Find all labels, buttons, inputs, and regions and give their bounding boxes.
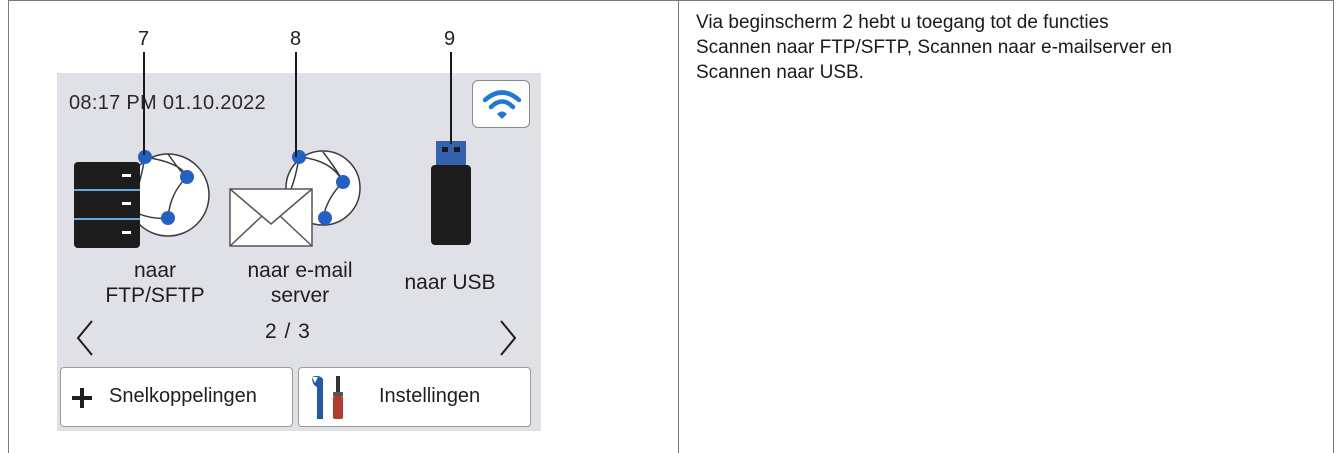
email-label-line2: server xyxy=(270,284,330,307)
table-column-divider xyxy=(678,0,679,453)
wifi-icon xyxy=(482,90,522,119)
callout-number-7: 7 xyxy=(138,28,150,50)
email-label-line1: naar e-mail xyxy=(247,259,353,282)
usb-drive-icon[interactable] xyxy=(428,138,476,248)
table-top-border xyxy=(8,0,1334,1)
callout-number-9: 9 xyxy=(444,28,456,50)
wifi-button[interactable] xyxy=(472,80,530,128)
plus-icon xyxy=(72,388,92,408)
email-server-globe-icon[interactable] xyxy=(227,138,367,250)
settings-label: Instellingen xyxy=(379,385,481,407)
ftp-server-globe-icon[interactable] xyxy=(70,138,210,250)
description-line-3: Scannen naar USB. xyxy=(696,62,864,83)
next-page-arrow-icon[interactable] xyxy=(497,318,519,358)
ftp-label-line2: FTP/SFTP xyxy=(105,284,205,307)
callout-line-7 xyxy=(143,52,145,155)
description-text: Via beginscherm 2 hebt u toegang tot de … xyxy=(696,10,1316,85)
description-line-2: Scannen naar FTP/SFTP, Scannen naar e-ma… xyxy=(696,37,1172,58)
ftp-label[interactable]: naar FTP/SFTP xyxy=(95,258,215,308)
usb-label-line1: naar USB xyxy=(404,271,496,294)
page-indicator: 2 / 3 xyxy=(265,320,311,343)
ftp-label-line1: naar xyxy=(133,259,177,282)
usb-label[interactable]: naar USB xyxy=(390,270,510,295)
datetime-display: 08:17 PM 01.10.2022 xyxy=(69,92,266,114)
email-label[interactable]: naar e-mail server xyxy=(230,258,370,308)
shortcuts-button[interactable]: Snelkoppelingen xyxy=(60,367,293,427)
table-right-border xyxy=(1333,0,1334,453)
previous-page-arrow-icon[interactable] xyxy=(74,318,96,358)
wrench-screwdriver-icon xyxy=(312,375,343,419)
settings-button[interactable]: Instellingen xyxy=(298,367,531,427)
description-line-1: Via beginscherm 2 hebt u toegang tot de … xyxy=(696,12,1109,33)
callout-line-8 xyxy=(295,52,297,157)
table-left-border xyxy=(8,0,9,453)
shortcuts-label: Snelkoppelingen xyxy=(109,385,257,407)
callout-line-9 xyxy=(450,52,452,144)
callout-number-8: 8 xyxy=(290,28,302,50)
